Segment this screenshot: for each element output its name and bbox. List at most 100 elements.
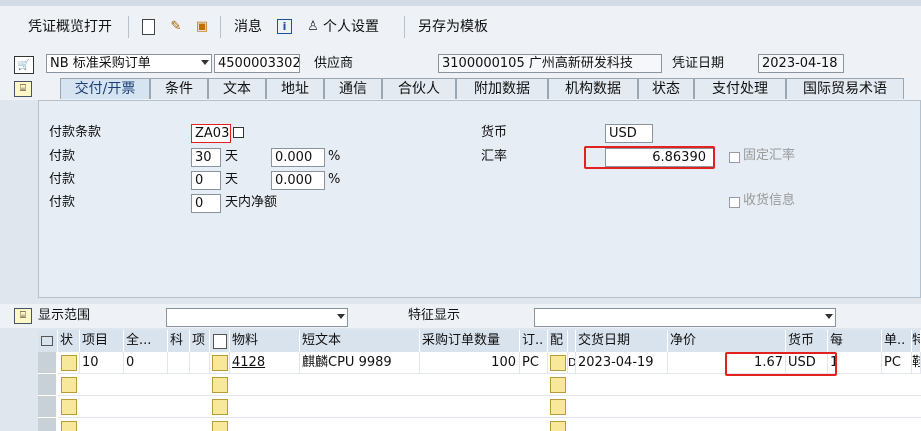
cart-icon[interactable]: 🛒 [14,56,34,74]
date-cat-cell[interactable]: D [568,352,576,374]
col-short-text[interactable]: 短文本 [300,330,420,352]
col-order-unit[interactable]: 订.. [520,330,548,352]
messages-button[interactable]: 消息 [234,16,262,38]
row-selector[interactable] [38,418,56,431]
percent-sign-label: % [328,149,341,164]
tab-delivery-invoice[interactable]: 交付/开票 [60,78,150,99]
col-item[interactable]: 项目 [80,330,124,352]
gr-message-label: 收货信息 [743,193,796,208]
new-document-icon[interactable] [142,19,155,35]
col-net-price[interactable]: 净价 [668,330,786,352]
personal-settings-button[interactable]: 个人设置 [323,16,379,38]
feature-display-select[interactable] [534,308,836,327]
po-qty-cell[interactable]: 100 [420,352,520,374]
tab-partners[interactable]: 合伙人 [382,78,456,99]
col-material[interactable]: 物料 [230,330,300,352]
tab-org-data[interactable]: 机构数据 [548,78,638,99]
empty-row[interactable] [58,374,921,396]
net-days-label: 天内净额 [225,195,278,210]
tab-conditions[interactable]: 条件 [150,78,208,99]
document-overview-button[interactable]: 凭证概览打开 [28,16,112,38]
delivery-date-cell[interactable]: 2023-04-19 [576,352,668,374]
expand-header-icon[interactable]: ⌸ [14,81,32,97]
col-date-cat[interactable] [568,330,576,352]
payment-days-field[interactable]: 30 [191,148,221,167]
row-selector[interactable] [38,396,56,418]
col-currency[interactable]: 货币 [786,330,828,352]
extra-cell[interactable]: 鞋 [912,352,921,374]
tab-status[interactable]: 状态 [638,78,694,99]
col-material-icon[interactable] [210,330,230,352]
item-cell[interactable]: 10 [80,352,124,374]
info-icon[interactable]: i [277,19,292,34]
empty-row[interactable] [58,396,921,418]
material-link[interactable]: 4128 [230,352,300,374]
gr-message-checkbox[interactable] [729,197,740,208]
account-cell[interactable] [168,352,190,374]
unit-cell[interactable]: PC [882,352,912,374]
col-extra[interactable]: 特 [912,330,921,352]
person-settings-icon[interactable]: ♙ [305,19,321,35]
material-list-icon [213,334,227,349]
col-item-cat[interactable]: 项 [190,330,210,352]
config-indicator [550,377,566,393]
display-range-select[interactable] [166,308,348,327]
col-status[interactable]: 状 [58,330,80,352]
search-help-icon[interactable] [233,127,244,138]
tab-incoterms[interactable]: 国际贸易术语 [786,78,904,99]
vendor-field[interactable]: 3100000105 广州高新研发科技 [438,54,662,73]
status-indicator [61,377,77,393]
payment-days-field[interactable]: 0 [191,171,221,190]
tab-payment-processing[interactable]: 支付处理 [694,78,786,99]
percent-sign-label: % [328,172,341,187]
chevron-down-icon [201,60,209,65]
config-indicator [550,421,566,431]
items-table: 状 项目 全... 科 项 物料 短文本 采购订单数量 订.. 配 交货日期 净… [38,330,921,431]
payment-days-field[interactable]: 0 [191,194,221,213]
order-unit-cell[interactable]: PC [520,352,548,374]
order-type-select[interactable]: NB 标准采购订单 [46,54,212,73]
tab-address[interactable]: 地址 [266,78,324,99]
col-unit[interactable]: 单.. [882,330,912,352]
vendor-label: 供应商 [314,56,354,71]
col-account[interactable]: 科 [168,330,190,352]
config-cell[interactable] [548,352,568,374]
row-selector[interactable] [38,374,56,396]
fixed-rate-label: 固定汇率 [743,148,796,163]
edit-pen-icon[interactable]: ✎ [168,19,184,35]
col-delivery-date[interactable]: 交货日期 [576,330,668,352]
payment-row-label: 付款 [49,195,76,210]
tab-communication[interactable]: 通信 [324,78,382,99]
save-as-template-button[interactable]: 另存为模板 [418,16,488,38]
po-number-field[interactable]: 4500003302 [214,54,300,73]
doc-date-field[interactable]: 2023-04-18 [758,54,844,73]
grid-icon [41,336,53,346]
full-cell[interactable]: 0 [124,352,168,374]
payment-percent-field[interactable]: 0.000 [271,171,325,190]
currency-field[interactable]: USD [605,124,653,143]
item-cat-cell[interactable] [190,352,210,374]
status-indicator [61,355,77,371]
col-per[interactable]: 每 [828,330,882,352]
status-indicator [61,421,77,431]
row-selector[interactable] [38,352,56,374]
empty-row[interactable] [58,418,921,431]
tab-additional-data[interactable]: 附加数据 [456,78,548,99]
select-all-header[interactable] [38,330,58,352]
payment-percent-field[interactable]: 0.000 [271,148,325,167]
item-overview-bar: ⌸ 显示范围 特征显示 [0,304,921,328]
col-config[interactable]: 配 [548,330,568,352]
col-po-qty[interactable]: 采购订单数量 [420,330,520,352]
config-indicator [550,355,566,371]
rate-highlight-box [584,146,715,169]
payment-terms-field[interactable]: ZA03 [191,124,231,143]
collapse-items-icon[interactable]: ⌸ [14,308,32,324]
short-text-cell[interactable]: 麒麟CPU 9989 [300,352,420,374]
payment-terms-label: 付款条款 [49,125,102,140]
status-cell[interactable] [58,352,80,374]
material-icon-cell[interactable] [210,352,230,374]
tab-texts[interactable]: 文本 [208,78,266,99]
fixed-rate-checkbox[interactable] [729,152,740,163]
col-full[interactable]: 全... [124,330,168,352]
folder-open-icon[interactable]: ▣ [194,19,210,35]
